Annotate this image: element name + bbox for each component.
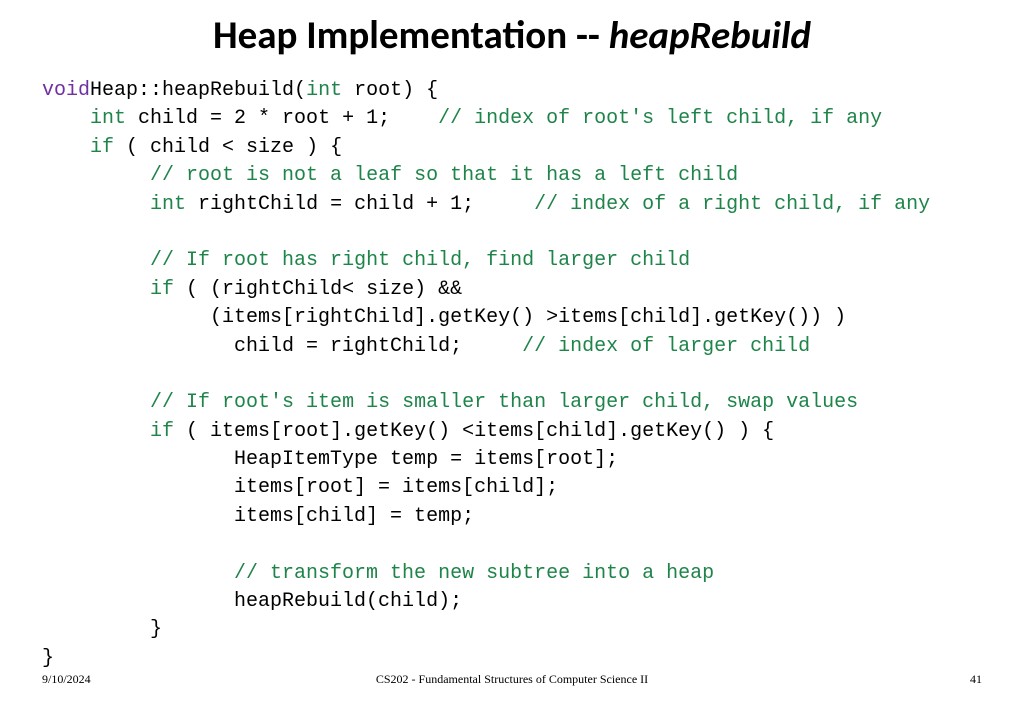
indent: [42, 420, 150, 443]
code-text: }: [42, 647, 54, 670]
footer-page: 41: [970, 672, 982, 687]
indent: [42, 164, 150, 187]
kw-void: void: [42, 79, 90, 102]
kw-if: if: [90, 136, 114, 159]
title-text-1: Heap Implementation --: [213, 12, 609, 59]
title-text-2: heapRebuild: [609, 12, 811, 59]
kw-if: if: [150, 420, 174, 443]
comment: // index of root's left child, if any: [438, 107, 882, 130]
slide-title: Heap Implementation -- heapRebuild: [42, 12, 982, 59]
comment: // If root's item is smaller than larger…: [150, 391, 858, 414]
indent: [42, 278, 150, 301]
code-text: (items[rightChild].getKey() >items[child…: [42, 306, 846, 329]
type-int: int: [90, 107, 126, 130]
type-int: int: [306, 79, 342, 102]
comment: // index of larger child: [522, 335, 810, 358]
code-text: }: [42, 618, 162, 641]
code-text: child = rightChild;: [42, 335, 522, 358]
indent: [42, 249, 150, 272]
code-text: HeapItemType temp = items[root];: [42, 448, 618, 471]
kw-if: if: [150, 278, 174, 301]
comment: // root is not a leaf so that it has a l…: [150, 164, 738, 187]
comment: // index of a right child, if any: [534, 193, 930, 216]
type-int: int: [150, 193, 186, 216]
code-text: ( (rightChild< size) &&: [174, 278, 462, 301]
code-text: items[child] = temp;: [42, 505, 474, 528]
code-block: voidHeap::heapRebuild(int root) { int ch…: [42, 77, 982, 673]
code-text: root) {: [342, 79, 438, 102]
indent: [42, 136, 90, 159]
slide: Heap Implementation -- heapRebuild voidH…: [0, 0, 1024, 709]
comment: // If root has right child, find larger …: [150, 249, 690, 272]
indent: [42, 193, 150, 216]
code-text: ( child < size ) {: [114, 136, 342, 159]
code-text: rightChild = child + 1;: [186, 193, 534, 216]
indent: [42, 107, 90, 130]
code-text: items[root] = items[child];: [42, 476, 558, 499]
indent: [42, 562, 234, 585]
footer-date: 9/10/2024: [42, 672, 91, 687]
code-text: ( items[root].getKey() <items[child].get…: [174, 420, 774, 443]
footer: 9/10/2024 CS202 - Fundamental Structures…: [0, 672, 1024, 687]
comment: // transform the new subtree into a heap: [234, 562, 714, 585]
indent: [42, 391, 150, 414]
code-text: Heap::heapRebuild(: [90, 79, 306, 102]
code-text: child = 2 * root + 1;: [126, 107, 438, 130]
code-text: heapRebuild(child);: [42, 590, 462, 613]
footer-course: CS202 - Fundamental Structures of Comput…: [0, 672, 1024, 687]
